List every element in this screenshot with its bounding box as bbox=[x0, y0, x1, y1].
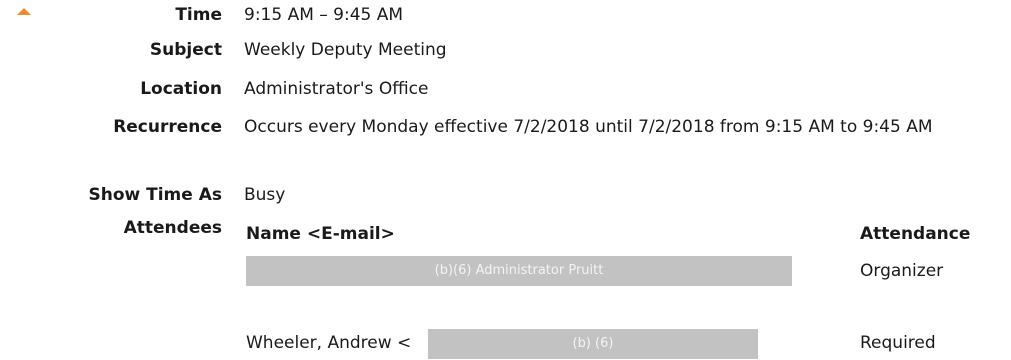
attendee-name: Wheeler, Andrew < bbox=[246, 333, 412, 353]
redacted-attendee-name: (b)(6) Administrator Pruitt bbox=[246, 256, 792, 286]
time-label: Time bbox=[175, 5, 222, 25]
collapse-arrow-icon[interactable] bbox=[17, 8, 31, 15]
attendees-label: Attendees bbox=[123, 218, 222, 238]
location-value: Administrator's Office bbox=[244, 79, 429, 99]
attendees-header-attendance: Attendance bbox=[860, 224, 971, 244]
attendee-attendance: Required bbox=[860, 333, 936, 353]
location-label: Location bbox=[140, 79, 222, 99]
recurrence-label: Recurrence bbox=[113, 117, 222, 137]
redacted-attendee-email: (b) (6) bbox=[428, 329, 758, 359]
subject-value: Weekly Deputy Meeting bbox=[244, 40, 447, 60]
subject-label: Subject bbox=[149, 40, 222, 60]
show-time-as-value: Busy bbox=[244, 185, 286, 205]
show-time-as-label: Show Time As bbox=[88, 185, 222, 205]
attendees-header-name: Name <E-mail> bbox=[246, 224, 395, 244]
recurrence-value: Occurs every Monday effective 7/2/2018 u… bbox=[244, 117, 933, 137]
time-value: 9:15 AM – 9:45 AM bbox=[244, 5, 404, 25]
attendee-attendance: Organizer bbox=[860, 261, 944, 281]
